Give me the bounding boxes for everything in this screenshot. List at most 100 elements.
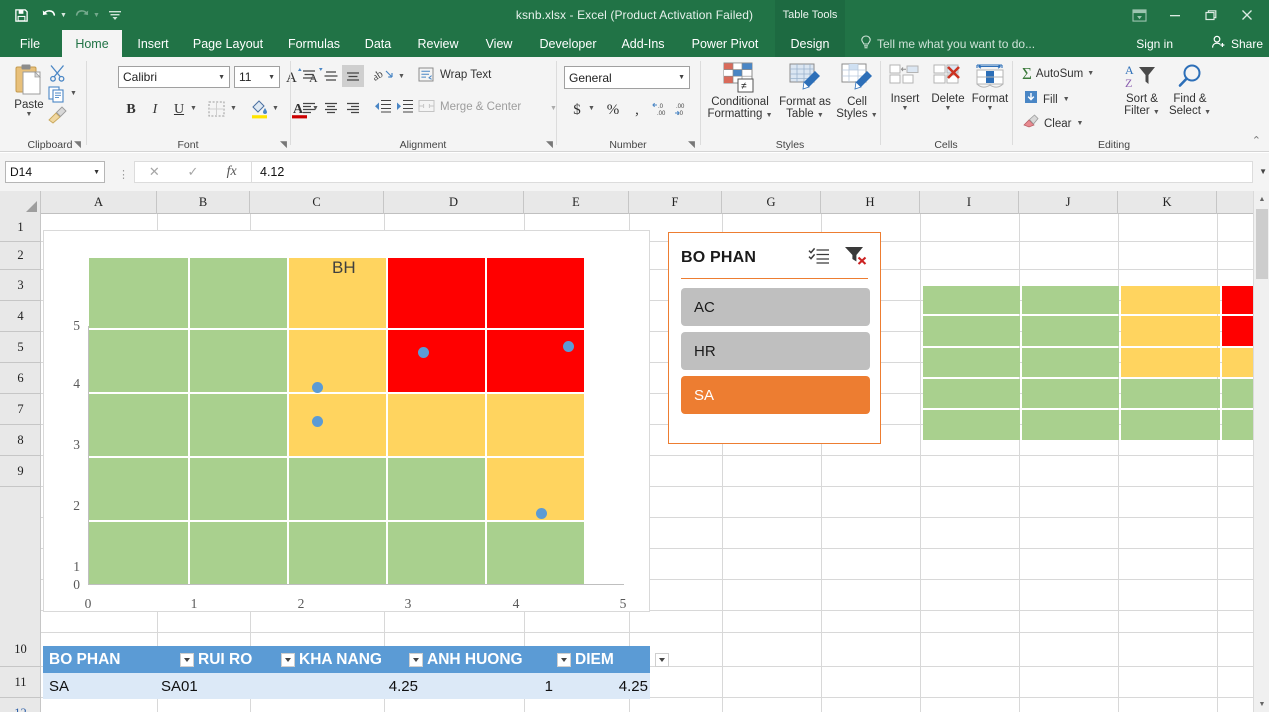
alignment-dialog-launcher[interactable]: ◥ bbox=[546, 139, 553, 150]
increase-indent-button[interactable] bbox=[396, 99, 414, 119]
fill-button[interactable]: Fill ▼ bbox=[1024, 90, 1070, 109]
number-dialog-launcher[interactable]: ◥ bbox=[688, 139, 695, 150]
format-as-table-button[interactable]: Format as Table ▼ bbox=[776, 62, 834, 122]
slicer-item-hr[interactable]: HR bbox=[681, 332, 870, 370]
row-header-10[interactable]: 10 bbox=[0, 633, 41, 667]
share-button[interactable]: Share bbox=[1211, 30, 1263, 57]
font-size-select[interactable]: 11 ▼ bbox=[234, 66, 280, 88]
fill-color-button[interactable] bbox=[250, 99, 269, 124]
filter-button-rui-ro[interactable] bbox=[281, 653, 295, 667]
name-box[interactable]: D14 ▼ bbox=[5, 161, 105, 183]
borders-button[interactable] bbox=[208, 101, 226, 123]
multi-select-icon[interactable] bbox=[808, 247, 830, 269]
select-all-corner[interactable] bbox=[0, 191, 41, 214]
table-row[interactable]: SA SA01 4.25 1 4.25 bbox=[43, 673, 650, 699]
ribbon-display-options-icon[interactable] bbox=[1121, 0, 1157, 30]
copy-dropdown-icon[interactable]: ▼ bbox=[70, 90, 77, 97]
chart-data-point-5[interactable] bbox=[536, 508, 547, 519]
sign-in-button[interactable]: Sign in bbox=[1136, 30, 1173, 57]
font-dialog-launcher[interactable]: ◥ bbox=[280, 139, 287, 150]
conditional-formatting-button[interactable]: ≠ Conditional Formatting ▼ bbox=[704, 62, 776, 122]
redo-icon[interactable] bbox=[69, 2, 95, 28]
autosum-button[interactable]: Σ AutoSum ▼ bbox=[1022, 65, 1094, 82]
cut-button[interactable] bbox=[48, 64, 67, 87]
borders-dropdown-icon[interactable]: ▼ bbox=[230, 105, 237, 112]
insert-cells-dropdown-icon[interactable]: ▼ bbox=[902, 105, 909, 112]
filter-button-diem[interactable] bbox=[655, 653, 669, 667]
number-format-select[interactable]: General ▼ bbox=[564, 66, 690, 89]
align-right-button[interactable] bbox=[342, 97, 364, 119]
tab-view[interactable]: View bbox=[474, 30, 524, 57]
column-header-E[interactable]: E bbox=[524, 191, 629, 214]
column-header-I[interactable]: I bbox=[920, 191, 1019, 214]
align-center-button[interactable] bbox=[320, 97, 342, 119]
filter-button-anh-huong[interactable] bbox=[557, 653, 571, 667]
row-header-5[interactable]: 5 bbox=[0, 332, 41, 363]
chart-data-point-4[interactable] bbox=[312, 416, 323, 427]
collapse-ribbon-icon[interactable]: ⌃ bbox=[1252, 134, 1261, 147]
fill-color-dropdown-icon[interactable]: ▼ bbox=[272, 105, 279, 112]
table-header-rui-ro[interactable]: RUI RO bbox=[198, 646, 252, 673]
sort-filter-dropdown-icon[interactable]: ▼ bbox=[1153, 109, 1160, 116]
clipboard-dialog-launcher[interactable]: ◥ bbox=[74, 139, 81, 150]
vertical-scrollbar[interactable]: ▲ ▼ bbox=[1253, 191, 1269, 712]
column-header-H[interactable]: H bbox=[821, 191, 920, 214]
cancel-icon[interactable]: ✕ bbox=[135, 164, 174, 180]
formula-input[interactable]: 4.12 bbox=[252, 161, 1253, 183]
bold-button[interactable]: B bbox=[120, 99, 142, 121]
underline-button[interactable]: U bbox=[168, 99, 190, 121]
slicer-bo-phan[interactable]: BO PHAN AC HR SA bbox=[668, 232, 881, 444]
delete-cells-button[interactable]: Delete ▼ bbox=[926, 63, 970, 112]
decrease-decimal-button[interactable]: .00.0 bbox=[674, 101, 694, 122]
underline-dropdown-icon[interactable]: ▼ bbox=[190, 105, 197, 112]
close-icon[interactable] bbox=[1229, 0, 1265, 30]
tab-data[interactable]: Data bbox=[354, 30, 402, 57]
column-header-G[interactable]: G bbox=[722, 191, 821, 214]
cell-styles-dropdown-icon[interactable]: ▼ bbox=[871, 112, 878, 119]
delete-cells-dropdown-icon[interactable]: ▼ bbox=[945, 105, 952, 112]
fx-icon[interactable]: fx bbox=[212, 164, 251, 180]
paste-button[interactable]: Paste ▼ bbox=[6, 63, 52, 118]
undo-icon[interactable] bbox=[36, 2, 62, 28]
check-icon[interactable]: ✓ bbox=[174, 164, 213, 180]
percent-button[interactable]: % bbox=[602, 99, 624, 121]
increase-decimal-button[interactable]: .0.00 bbox=[652, 101, 672, 122]
merge-center-button[interactable]: Merge & Center bbox=[418, 99, 521, 114]
table-header-diem[interactable]: DIEM bbox=[575, 646, 614, 673]
row-header-1[interactable]: 1 bbox=[0, 214, 41, 242]
find-select-button[interactable]: Find & Select ▼ bbox=[1166, 63, 1214, 119]
comma-button[interactable]: , bbox=[626, 99, 648, 121]
column-header-J[interactable]: J bbox=[1019, 191, 1118, 214]
row-header-6[interactable]: 6 bbox=[0, 363, 41, 394]
format-as-table-dropdown-icon[interactable]: ▼ bbox=[817, 112, 824, 119]
row-header-4[interactable]: 4 bbox=[0, 301, 41, 332]
format-painter-button[interactable] bbox=[47, 106, 68, 129]
column-header-A[interactable]: A bbox=[41, 191, 157, 214]
orientation-button[interactable]: ab bbox=[370, 67, 394, 90]
autosum-dropdown-icon[interactable]: ▼ bbox=[1087, 70, 1094, 77]
tab-formulas[interactable]: Formulas bbox=[278, 30, 350, 57]
minimize-icon[interactable] bbox=[1157, 0, 1193, 30]
chart-data-point-2[interactable] bbox=[563, 341, 574, 352]
customize-qat-icon[interactable] bbox=[102, 2, 128, 28]
column-header-K[interactable]: K bbox=[1118, 191, 1217, 214]
orientation-dropdown-icon[interactable]: ▼ bbox=[398, 73, 405, 80]
align-bottom-button[interactable] bbox=[342, 65, 364, 87]
row-header-2[interactable]: 2 bbox=[0, 242, 41, 270]
column-header-F[interactable]: F bbox=[629, 191, 722, 214]
table-header-anh-huong[interactable]: ANH HUONG bbox=[427, 646, 523, 673]
restore-icon[interactable] bbox=[1193, 0, 1229, 30]
scroll-up-icon[interactable]: ▲ bbox=[1254, 191, 1269, 207]
table-header-kha-nang[interactable]: KHA NANG bbox=[299, 646, 382, 673]
align-left-button[interactable] bbox=[298, 97, 320, 119]
format-cells-button[interactable]: Format ▼ bbox=[968, 63, 1012, 112]
slicer-item-ac[interactable]: AC bbox=[681, 288, 870, 326]
redo-dropdown-icon[interactable]: ▼ bbox=[93, 12, 100, 19]
row-header-11[interactable]: 11 bbox=[0, 667, 41, 698]
align-middle-button[interactable] bbox=[320, 65, 342, 87]
expand-formula-bar-icon[interactable]: ▼ bbox=[1259, 167, 1267, 176]
save-icon[interactable] bbox=[8, 2, 34, 28]
paste-dropdown-icon[interactable]: ▼ bbox=[26, 111, 33, 118]
chevron-down-icon[interactable]: ▼ bbox=[93, 169, 100, 176]
decrease-indent-button[interactable] bbox=[374, 99, 392, 119]
